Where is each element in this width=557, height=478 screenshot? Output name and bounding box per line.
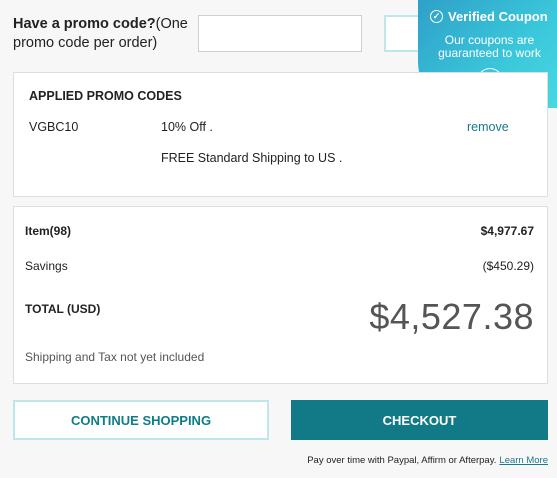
promo-shipping-text: FREE Standard Shipping to US . bbox=[161, 151, 343, 165]
continue-shopping-button[interactable]: CONTINUE SHOPPING bbox=[13, 400, 269, 440]
pay-over-time-note: Pay over time with Paypal, Affirm or Aft… bbox=[307, 455, 548, 466]
checkout-button[interactable]: CHECKOUT bbox=[291, 400, 548, 440]
promo-discount-text: 10% Off . bbox=[161, 120, 213, 134]
pay-over-time-text: Pay over time with Paypal, Affirm or Aft… bbox=[307, 455, 497, 466]
total-label: TOTAL (USD) bbox=[25, 302, 101, 316]
items-label: Item(98) bbox=[25, 224, 72, 238]
remove-promo-link[interactable]: remove bbox=[467, 120, 509, 134]
order-summary-panel: Item(98) $4,977.67 Savings ($450.29) TOT… bbox=[13, 206, 548, 384]
promo-code-value: VGBC10 bbox=[29, 120, 79, 134]
promo-label-bold: Have a promo code? bbox=[13, 16, 156, 32]
savings-label: Savings bbox=[25, 259, 68, 273]
items-value: $4,977.67 bbox=[480, 224, 534, 238]
verified-coupon-subtitle: Our coupons are guaranteed to work bbox=[438, 33, 541, 60]
promo-label: Have a promo code?(One promo code per or… bbox=[13, 15, 193, 53]
applied-promo-codes-panel: APPLIED PROMO CODES VGBC10 10% Off . FRE… bbox=[13, 72, 548, 197]
verified-coupon-header: ✓ Verified Coupon bbox=[430, 9, 549, 24]
total-value: $4,527.38 bbox=[369, 296, 534, 337]
applied-promo-heading: APPLIED PROMO CODES bbox=[29, 89, 182, 103]
promo-code-input[interactable] bbox=[198, 15, 362, 52]
savings-value: ($450.29) bbox=[482, 259, 534, 273]
check-circle-icon: ✓ bbox=[430, 10, 443, 23]
shipping-tax-note: Shipping and Tax not yet included bbox=[25, 350, 205, 364]
verified-coupon-title: Verified Coupon bbox=[448, 9, 548, 24]
learn-more-link[interactable]: Learn More bbox=[499, 455, 548, 466]
